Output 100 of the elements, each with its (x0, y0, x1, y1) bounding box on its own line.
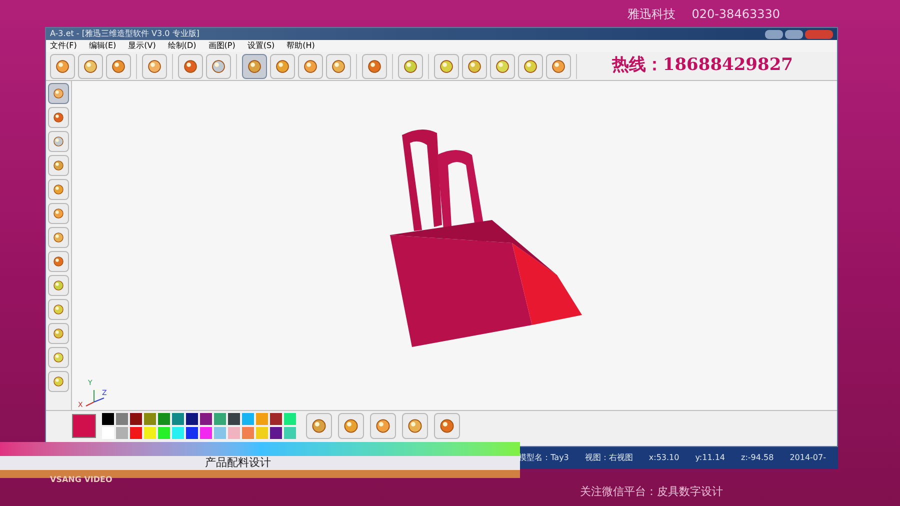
tool-button[interactable] (48, 371, 69, 392)
tool-button[interactable] (242, 54, 267, 78)
tool-icon (402, 58, 419, 74)
tool-icon (52, 303, 65, 316)
tool-button[interactable] (462, 54, 487, 78)
color-swatch[interactable] (214, 412, 226, 424)
tool-button[interactable] (362, 54, 387, 78)
tool-icon (146, 58, 163, 74)
tool-icon (52, 183, 65, 196)
tool-button[interactable] (48, 83, 69, 104)
tool-icon (52, 351, 65, 364)
tool-button[interactable] (434, 412, 460, 438)
tool-icon (550, 58, 567, 74)
color-swatch[interactable] (256, 412, 268, 424)
tool-button[interactable] (48, 299, 69, 320)
color-swatch[interactable] (130, 412, 142, 424)
color-swatch[interactable] (158, 412, 170, 424)
tool-button[interactable] (48, 275, 69, 296)
menu-item[interactable]: 帮助(H) (286, 40, 315, 52)
maximize-button[interactable] (785, 30, 803, 38)
tool-button[interactable] (48, 347, 69, 368)
color-swatch[interactable] (102, 426, 114, 438)
color-swatch[interactable] (186, 426, 198, 438)
color-swatch[interactable] (270, 426, 282, 438)
tool-icon (52, 279, 65, 292)
tool-button[interactable] (434, 54, 459, 78)
tool-icon (52, 231, 65, 244)
tool-button[interactable] (48, 107, 69, 128)
tool-button[interactable] (518, 54, 543, 78)
tool-icon (52, 327, 65, 340)
color-swatch[interactable] (130, 426, 142, 438)
tool-button[interactable] (48, 179, 69, 200)
color-swatch[interactable] (228, 412, 240, 424)
tool-icon (494, 58, 511, 74)
status-text: 视图：右视图 (584, 452, 633, 464)
tool-button[interactable] (398, 54, 423, 78)
color-swatch[interactable] (284, 412, 296, 424)
tool-button[interactable] (48, 227, 69, 248)
color-swatch[interactable] (228, 426, 240, 438)
tool-icon (52, 87, 65, 100)
color-swatch[interactable] (256, 426, 268, 438)
color-swatch[interactable] (214, 426, 226, 438)
tool-button[interactable] (48, 203, 69, 224)
tool-icon (246, 58, 263, 74)
tool-button[interactable] (106, 54, 131, 78)
window-title: A-3.et - [雅迅三维造型软件 V3.0 专业版] (50, 30, 200, 38)
caption-text: 产品配料设计 (205, 454, 271, 471)
menu-item[interactable]: 设置(S) (247, 40, 275, 52)
minimize-button[interactable] (765, 30, 783, 38)
tool-button[interactable] (48, 155, 69, 176)
tool-button[interactable] (306, 412, 332, 438)
color-swatch[interactable] (172, 426, 184, 438)
color-swatch[interactable] (102, 412, 114, 424)
tool-icon (342, 416, 360, 434)
tool-button[interactable] (370, 412, 396, 438)
color-swatch[interactable] (158, 426, 170, 438)
hotline-text: 热线：18688429827 (612, 54, 793, 78)
color-swatch[interactable] (200, 426, 212, 438)
tool-button[interactable] (546, 54, 571, 78)
tool-button[interactable] (490, 54, 515, 78)
color-swatch[interactable] (242, 412, 254, 424)
menu-item[interactable]: 编辑(E) (88, 40, 116, 52)
tool-icon (406, 416, 424, 434)
color-swatch[interactable] (144, 426, 156, 438)
color-swatch[interactable] (172, 412, 184, 424)
tool-button[interactable] (48, 131, 69, 152)
color-swatch[interactable] (186, 412, 198, 424)
tool-icon (274, 58, 291, 74)
color-swatch[interactable] (116, 426, 128, 438)
tool-icon (330, 58, 347, 74)
tool-button[interactable] (326, 54, 351, 78)
menu-item[interactable]: 绘制(D) (168, 40, 196, 52)
tool-icon (52, 111, 65, 124)
tool-button[interactable] (298, 54, 323, 78)
tool-icon (54, 58, 71, 74)
tool-button[interactable] (270, 54, 295, 78)
color-swatch[interactable] (116, 412, 128, 424)
tool-icon (522, 58, 539, 74)
menu-item[interactable]: 画图(P) (208, 40, 236, 52)
menu-item[interactable]: 显示(V) (128, 40, 156, 52)
tool-button[interactable] (142, 54, 167, 78)
tool-button[interactable] (338, 412, 364, 438)
tool-button[interactable] (78, 54, 103, 78)
tool-icon (466, 58, 483, 74)
color-swatch[interactable] (144, 412, 156, 424)
tool-button[interactable] (402, 412, 428, 438)
tool-button[interactable] (48, 323, 69, 344)
tool-button[interactable] (206, 54, 231, 78)
color-swatch[interactable] (284, 426, 296, 438)
tool-button[interactable] (48, 251, 69, 272)
close-button[interactable] (805, 30, 833, 38)
current-color-swatch[interactable] (72, 414, 96, 438)
color-swatch[interactable] (242, 426, 254, 438)
status-text: y:11.14 (695, 452, 725, 464)
company-name: 雅迅科技 (628, 6, 676, 22)
color-swatch[interactable] (270, 412, 282, 424)
tool-button[interactable] (50, 54, 75, 78)
menu-item[interactable]: 文件(F) (50, 40, 77, 52)
color-swatch[interactable] (200, 412, 212, 424)
tool-button[interactable] (178, 54, 203, 78)
